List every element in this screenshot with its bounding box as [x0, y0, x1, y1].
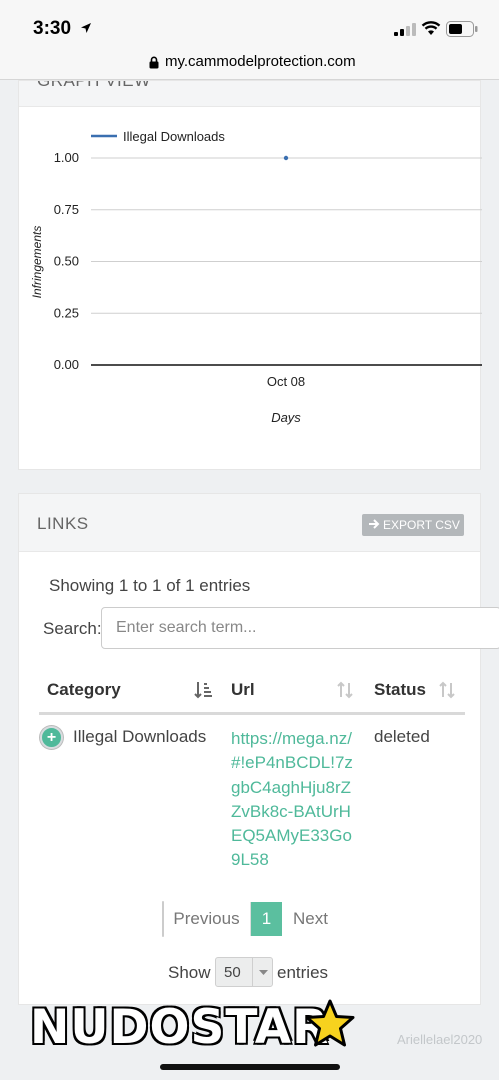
- table-info: Showing 1 to 1 of 1 entries: [49, 576, 251, 595]
- next-page-button[interactable]: Next: [282, 902, 339, 936]
- credit-text: Ariellelael2020: [397, 1032, 483, 1047]
- y-tick-label: 0.50: [54, 254, 79, 269]
- entries-label: entries: [277, 963, 329, 982]
- column-header-category[interactable]: Category: [47, 680, 121, 700]
- links-panel-title: LINKS: [37, 514, 89, 533]
- search-label: Search:: [43, 619, 102, 638]
- y-tick-label: 0.25: [54, 305, 79, 320]
- cell-status: deleted: [374, 727, 430, 746]
- cellular-signal-icon: [394, 23, 416, 36]
- graph-panel-header: GRAPH VIEW: [19, 81, 480, 107]
- address-bar[interactable]: my.cammodelprotection.com: [0, 50, 499, 80]
- entries-length-value: 50: [224, 964, 241, 981]
- x-axis-label: Days: [271, 410, 301, 425]
- search-input[interactable]: [101, 607, 499, 649]
- sort-ascending-icon[interactable]: [193, 680, 213, 700]
- previous-page-button[interactable]: Previous: [163, 902, 251, 936]
- cell-url-link[interactable]: https://mega.nz/#!eP4nBCDL!7zgbC4aghHju8…: [231, 727, 361, 873]
- watermark-logo-text: NUDOSTAR: [29, 999, 330, 1056]
- clock: 3:30: [33, 18, 72, 39]
- links-panel-header: LINKS EXPORT CSV: [19, 494, 480, 552]
- x-tick-label: Oct 08: [267, 374, 305, 389]
- wifi-icon: [421, 21, 441, 35]
- export-csv-button[interactable]: EXPORT CSV: [362, 514, 464, 536]
- sort-both-icon[interactable]: [335, 680, 355, 700]
- y-tick-label: 1.00: [54, 150, 79, 165]
- infringements-chart: Illegal Downloads 1.00 0.75 0.50 0.25 0.00 O…: [30, 129, 482, 425]
- location-arrow-icon: [81, 23, 91, 33]
- page-1-button[interactable]: 1: [251, 902, 282, 936]
- url-text: my.cammodelprotection.com: [165, 53, 356, 70]
- links-panel: LINKS EXPORT CSV Showing 1 to 1 of 1 ent…: [18, 493, 499, 1005]
- entries-length-select[interactable]: 50: [215, 957, 273, 987]
- chevron-down-icon: [252, 958, 273, 986]
- chart-legend: Illegal Downloads: [91, 129, 225, 144]
- y-tick-label: 0.00: [54, 357, 79, 372]
- export-csv-label: EXPORT CSV: [383, 518, 460, 532]
- cell-category: Illegal Downloads: [73, 727, 207, 746]
- legend-label-illegal-downloads: Illegal Downloads: [123, 129, 225, 144]
- graph-panel: GRAPH VIEW Illegal Downloads 1.00 0.75 0.5…: [18, 80, 482, 470]
- status-bar: 3:30: [0, 0, 499, 56]
- table-header-divider: [39, 712, 465, 715]
- column-header-status[interactable]: Status: [374, 680, 426, 700]
- battery-icon: [446, 21, 478, 37]
- y-tick-label: 0.75: [54, 202, 79, 217]
- column-header-url[interactable]: Url: [231, 680, 255, 700]
- show-label: Show: [168, 963, 211, 982]
- pagination: Previous 1 Next: [162, 901, 328, 937]
- home-indicator[interactable]: [160, 1064, 340, 1070]
- arrow-right-icon: [369, 519, 380, 529]
- star-icon: [305, 999, 355, 1047]
- sort-both-icon[interactable]: [437, 680, 457, 700]
- y-axis-label: Infringements: [30, 226, 44, 299]
- graph-panel-title: GRAPH VIEW: [37, 81, 151, 91]
- expand-row-plus-icon[interactable]: +: [40, 726, 63, 749]
- data-point[interactable]: [283, 155, 289, 161]
- lock-icon: [149, 56, 159, 69]
